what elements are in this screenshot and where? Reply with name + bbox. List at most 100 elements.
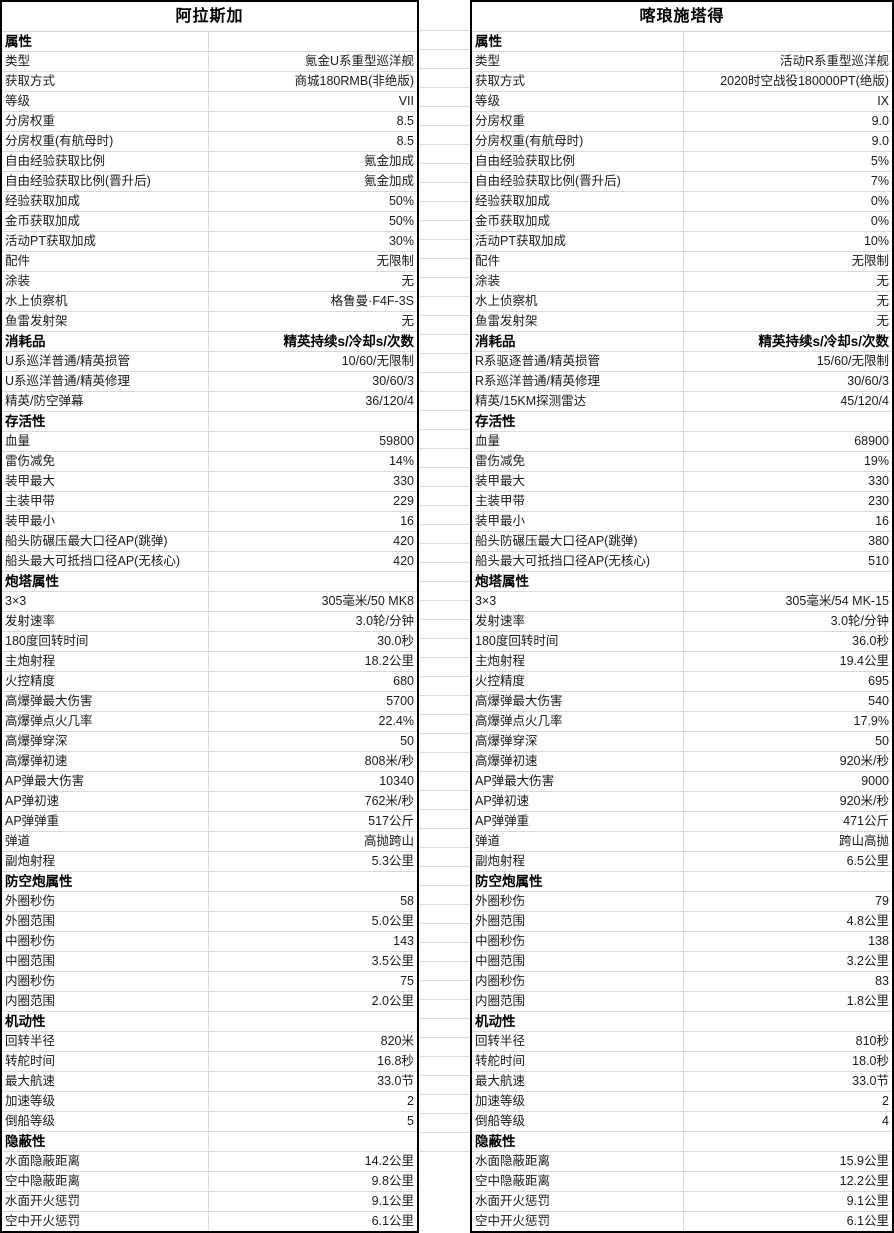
section-value (683, 1131, 892, 1152)
stat-value: 7% (683, 171, 892, 192)
stat-row: 内圈秒伤 83 (472, 971, 892, 992)
stat-row: 中圈范围 3.2公里 (472, 951, 892, 972)
spacer-grid-line (419, 87, 470, 88)
spacer-grid-line (419, 562, 470, 563)
stat-label: 活动PT获取加成 (2, 231, 209, 252)
stat-value: 1.8公里 (683, 991, 892, 1012)
stat-value: 无限制 (208, 251, 417, 272)
stat-label: AP弹初速 (2, 791, 209, 812)
spacer-grid-line (419, 600, 470, 601)
stat-label: 高爆弹初速 (472, 751, 684, 772)
stat-label: 活动PT获取加成 (472, 231, 684, 252)
stat-row: 高爆弹点火几率 22.4% (2, 711, 417, 732)
stat-value: 16 (683, 511, 892, 532)
stat-label: 外圈秒伤 (2, 891, 209, 912)
stat-value: 79 (683, 891, 892, 912)
stat-label: 主装甲带 (2, 491, 209, 512)
stat-label: 船头最大可抵挡口径AP(无核心) (2, 551, 209, 572)
stat-label: 雷伤减免 (2, 451, 209, 472)
section-header-row: 隐蔽性 (2, 1131, 417, 1152)
stat-row: 活动PT获取加成 10% (472, 231, 892, 252)
stat-value: 138 (683, 931, 892, 952)
stat-row: 获取方式 商城180RMB(非绝版) (2, 71, 417, 92)
stat-row: 高爆弹最大伤害 540 (472, 691, 892, 712)
section-header-row: 防空炮属性 (472, 871, 892, 892)
stat-row: 类型 氪金U系重型巡洋舰 (2, 51, 417, 72)
stat-value: 6.1公里 (371, 1214, 414, 1228)
stat-row: 船头最大可抵挡口径AP(无核心) 510 (472, 551, 892, 572)
stat-label: 水面开火惩罚 (472, 1191, 684, 1212)
stat-label: AP弹最大伤害 (2, 771, 209, 792)
section-header-row: 属性 (2, 32, 417, 52)
stat-label: 经验获取加成 (472, 191, 684, 212)
section-value: 精英持续s/冷却s/次数 (683, 331, 892, 352)
stat-label: 获取方式 (472, 71, 684, 92)
stat-label: 高爆弹初速 (2, 751, 209, 772)
spacer-grid-line (419, 638, 470, 639)
stat-label: 高爆弹穿深 (472, 731, 684, 752)
stat-value: 230 (683, 491, 892, 512)
stat-value: 8.5 (208, 131, 417, 152)
spacer-grid-line (419, 315, 470, 316)
section-label: 属性 (472, 32, 684, 52)
stat-row: R系巡洋普通/精英修理 30/60/3 (472, 371, 892, 392)
stat-label: 分房权重 (472, 111, 684, 132)
stat-label: AP弹弹重 (472, 811, 684, 832)
stat-row: 空中开火惩罚 6.1公里 (2, 1211, 417, 1231)
stat-row: 加速等级 2 (472, 1091, 892, 1112)
stat-row: 分房权重(有航母时) 9.0 (472, 131, 892, 152)
spacer-grid-line (419, 790, 470, 791)
stat-value: 50% (208, 211, 417, 232)
stat-label: R系巡洋普通/精英修理 (472, 371, 684, 392)
stat-label: 鱼雷发射架 (2, 311, 209, 332)
stat-value: 5700 (208, 691, 417, 712)
stat-value: 3.0轮/分钟 (208, 611, 417, 632)
stat-row: R系驱逐普通/精英损管 15/60/无限制 (472, 351, 892, 372)
stat-row: 弹道 跨山高抛 (472, 831, 892, 852)
stat-value: 33.0节 (683, 1071, 892, 1092)
stat-value: 517公斤 (208, 811, 417, 832)
stat-label: 等级 (2, 91, 209, 112)
stat-label: 副炮射程 (2, 851, 209, 872)
section-label: 防空炮属性 (472, 871, 684, 892)
stat-row: U系巡洋普通/精英损管 10/60/无限制 (2, 351, 417, 372)
stat-row: 涂装无 (472, 271, 892, 292)
spacer-grid-line (419, 353, 470, 354)
stat-label: 获取方式 (2, 71, 209, 92)
stat-label: 外圈范围 (2, 911, 209, 932)
spacer-grid-line (419, 334, 470, 335)
spacer-grid-line (419, 980, 470, 981)
stat-row: 鱼雷发射架无 (472, 311, 892, 332)
spacer-grid-line (419, 220, 470, 221)
stat-row: 装甲最小 16 (472, 511, 892, 532)
section-label: 消耗品 (472, 331, 684, 352)
stat-label: AP弹弹重 (2, 811, 209, 832)
stat-label: R系驱逐普通/精英损管 (472, 351, 684, 372)
stat-value: 45/120/4 (683, 391, 892, 412)
stat-label: 血量 (472, 431, 684, 452)
stat-row: 水面开火惩罚 9.1公里 (472, 1191, 892, 1212)
stat-value: 9000 (683, 771, 892, 792)
stat-row: 3×3 305毫米/50 MK8 (2, 591, 417, 612)
ship-title-right: 喀琅施塔得 (472, 2, 892, 32)
spacer-grid-line (419, 1151, 470, 1152)
stat-row: 水上侦察机无 (472, 291, 892, 312)
stat-row: 精英/防空弹幕 36/120/4 (2, 391, 417, 412)
stat-label: 外圈秒伤 (472, 891, 684, 912)
stat-value: 3.5公里 (208, 951, 417, 972)
stat-label: 自由经验获取比例 (2, 151, 209, 172)
section-header-row: 消耗品 精英持续s/冷却s/次数 (472, 331, 892, 352)
stat-label: 3×3 (472, 591, 684, 612)
stat-value: 59800 (208, 431, 417, 452)
spacer-grid-line (419, 106, 470, 107)
spacer-grid-line (419, 1075, 470, 1076)
spacer-grid-line (419, 68, 470, 69)
stat-value: 330 (683, 471, 892, 492)
stat-value: 10340 (208, 771, 417, 792)
stat-label: 空中隐蔽距离 (2, 1171, 209, 1192)
spacer-grid-line (419, 923, 470, 924)
section-value (683, 571, 892, 592)
stat-row: 空中开火惩罚 6.1公里 (472, 1211, 892, 1231)
stat-label: 内圈秒伤 (472, 971, 684, 992)
spacer-grid-line (419, 619, 470, 620)
